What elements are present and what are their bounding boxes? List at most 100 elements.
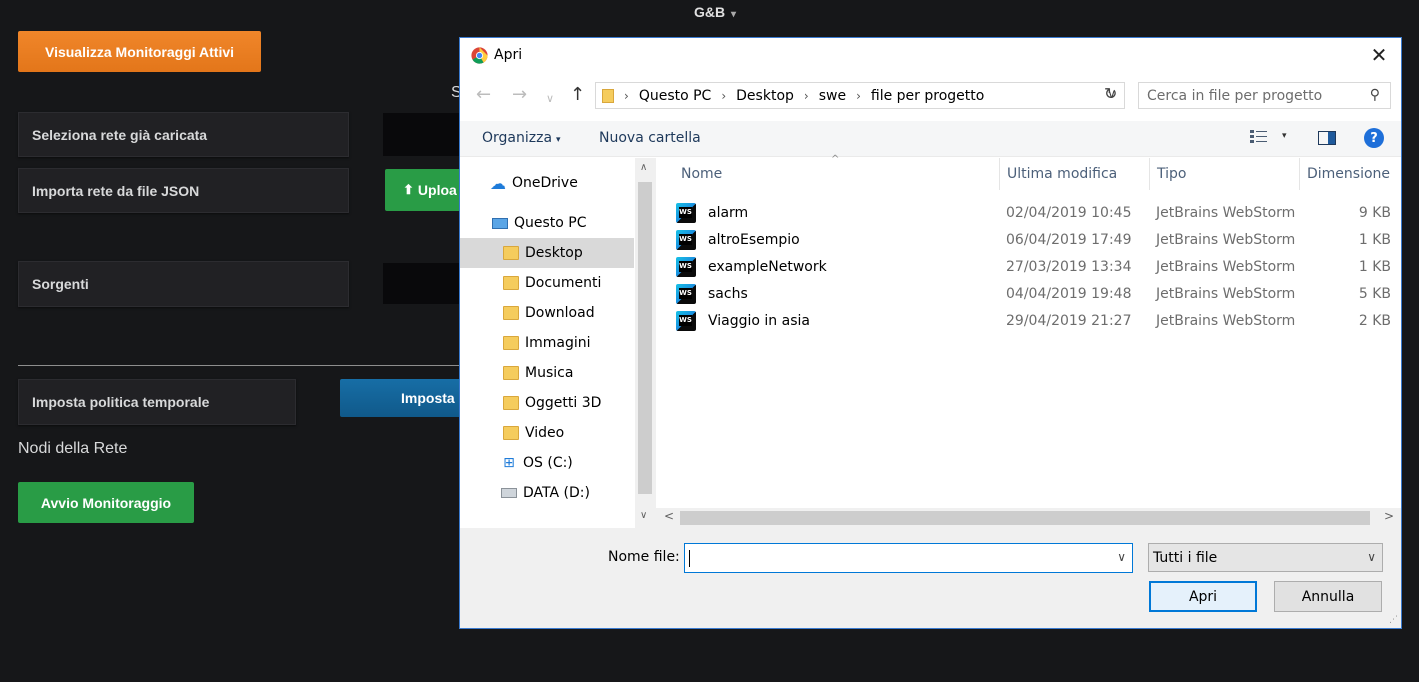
scroll-right-icon[interactable]: > [1384,509,1394,523]
help-icon[interactable]: ? [1364,128,1384,148]
back-arrow-icon[interactable]: ← [476,85,491,105]
3d-objects-folder-icon [503,396,519,410]
network-select[interactable] [383,113,463,156]
tree-item-desktop[interactable]: Desktop [460,238,634,268]
up-arrow-icon[interactable]: ↑ [570,85,585,105]
tree-item-immagini[interactable]: Immagini [460,328,634,358]
command-bar: Organizza ▾ Nuova cartella ▾ ? [460,121,1401,157]
file-name: altroEsempio [708,231,800,248]
set-policy-button[interactable]: Imposta [340,379,463,417]
column-divider[interactable] [1149,158,1150,190]
chevron-down-icon[interactable]: ∨ [1117,550,1126,564]
start-monitoring-button[interactable]: Avvio Monitoraggio [18,482,194,523]
tree-item-questo-pc[interactable]: Questo PC [460,208,634,238]
tree-item-label: Questo PC [514,215,587,231]
file-list: ^ Nome Ultima modifica Tipo Dimensione a… [656,154,1401,528]
list-horizontal-scrollbar[interactable]: < > [656,508,1401,528]
preview-pane-icon[interactable] [1318,131,1336,145]
file-modified: 02/04/2019 10:45 [1006,204,1132,221]
upload-button[interactable]: ⬆ Uploa [385,169,463,211]
file-type: JetBrains WebStorm [1156,312,1296,329]
scroll-left-icon[interactable]: < [664,509,674,523]
breadcrumb-separator[interactable]: › [856,89,861,103]
refresh-icon[interactable]: ↻ [1104,84,1117,104]
scrollbar-thumb[interactable] [680,511,1370,525]
tree-item-video[interactable]: Video [460,418,634,448]
sources-select[interactable] [383,263,463,304]
forward-arrow-icon[interactable]: → [512,85,527,105]
folder-icon [503,246,519,260]
tree-item-documenti[interactable]: Documenti [460,268,634,298]
sort-ascending-icon: ^ [831,154,840,165]
active-monitorings-button[interactable]: Visualizza Monitoraggi Attivi [18,31,261,72]
resize-grip-icon[interactable]: ⋰ [1389,615,1398,625]
app-title[interactable]: G&B ▾ [694,4,736,20]
view-options-icon[interactable] [1250,129,1268,145]
scroll-up-icon[interactable]: ∧ [640,162,647,173]
column-header-size[interactable]: Dimensione [1307,166,1390,182]
column-divider[interactable] [1299,158,1300,190]
address-bar[interactable]: › Questo PC › Desktop › swe › file per p… [595,82,1125,109]
close-icon[interactable]: ✕ [1367,44,1391,66]
search-input[interactable]: Cerca in file per progetto ⚲ [1138,82,1391,109]
file-size: 5 KB [1358,285,1391,302]
file-type: JetBrains WebStorm [1156,285,1296,302]
file-size: 2 KB [1358,312,1391,329]
scroll-down-icon[interactable]: ∨ [640,510,647,521]
recent-locations-icon[interactable]: ∨ [546,89,554,109]
tree-item-onedrive[interactable]: ☁ OneDrive [460,168,634,198]
time-policy-label: Imposta politica temporale [18,379,296,425]
breadcrumb-separator: › [624,88,629,103]
tree-item-oggetti-3d[interactable]: Oggetti 3D [460,388,634,418]
webstorm-file-icon [676,229,696,250]
list-item[interactable]: altroEsempio 06/04/2019 17:49 JetBrains … [676,226,1391,253]
file-size: 9 KB [1358,204,1391,221]
network-nodes-heading: Nodi della Rete [18,440,128,457]
file-type-filter[interactable]: Tutti i file ∨ [1148,543,1383,572]
import-json-label: Importa rete da file JSON [18,168,349,213]
file-modified: 27/03/2019 13:34 [1006,258,1132,275]
cancel-button[interactable]: Annulla [1274,581,1382,612]
list-item[interactable]: exampleNetwork 27/03/2019 13:34 JetBrain… [676,253,1391,280]
tree-scrollbar[interactable]: ∧ ∨ [635,158,656,528]
breadcrumb-swe[interactable]: swe [819,88,846,104]
dialog-title: Apri [494,47,523,63]
file-size: 1 KB [1358,258,1391,275]
list-item[interactable]: Viaggio in asia 29/04/2019 21:27 JetBrai… [676,307,1391,334]
list-item[interactable]: sachs 04/04/2019 19:48 JetBrains WebStor… [676,280,1391,307]
breadcrumb-questo-pc[interactable]: Questo PC [639,88,712,104]
breadcrumb-separator[interactable]: › [804,89,809,103]
new-folder-button[interactable]: Nuova cartella [599,130,701,146]
file-modified: 04/04/2019 19:48 [1006,285,1132,302]
column-header-name[interactable]: Nome [681,166,722,182]
caret-down-icon[interactable]: ▾ [1282,131,1287,141]
search-placeholder: Cerca in file per progetto [1147,87,1323,104]
breadcrumb-separator[interactable]: › [721,89,726,103]
chevron-down-icon: ∨ [1367,550,1376,564]
scrollbar-thumb[interactable] [638,182,652,494]
search-icon[interactable]: ⚲ [1370,87,1380,103]
upload-icon: ⬆ [403,182,414,197]
breadcrumb-file-per-progetto[interactable]: file per progetto [871,88,984,104]
tree-item-musica[interactable]: Musica [460,358,634,388]
tree-item-data-d[interactable]: DATA (D:) [460,478,634,508]
upload-button-label: Uploa [417,182,457,198]
breadcrumb-desktop[interactable]: Desktop [736,88,794,104]
select-network-label: Seleziona rete già caricata [18,112,349,157]
column-divider[interactable] [999,158,1000,190]
column-header-modified[interactable]: Ultima modifica [1007,166,1117,182]
music-folder-icon [503,366,519,380]
filename-input[interactable]: ∨ [684,543,1133,573]
dialog-titlebar[interactable]: Apri ✕ [460,38,1401,74]
cloud-icon: ☁ [490,173,506,193]
tree-item-os-c[interactable]: ⊞ OS (C:) [460,448,634,478]
file-modified: 29/04/2019 21:27 [1006,312,1132,329]
file-type: JetBrains WebStorm [1156,258,1296,275]
list-item[interactable]: alarm 02/04/2019 10:45 JetBrains WebStor… [676,199,1391,226]
tree-item-download[interactable]: Download [460,298,634,328]
tree-item-label: Musica [525,365,574,381]
column-header-type[interactable]: Tipo [1157,166,1186,182]
organize-menu[interactable]: Organizza ▾ [482,130,561,146]
file-type-filter-value: Tutti i file [1153,549,1218,566]
open-button[interactable]: Apri [1149,581,1257,612]
